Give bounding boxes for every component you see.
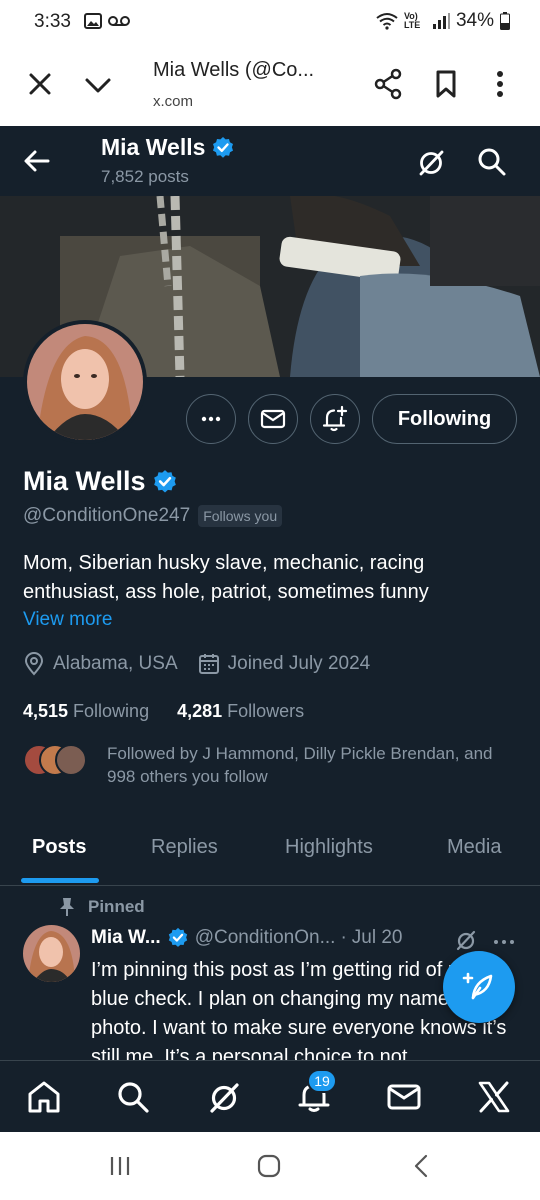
status-system-icons: Vo) LTE 34%	[376, 10, 510, 32]
more-vertical-icon[interactable]	[484, 68, 516, 100]
tweet-avatar[interactable]	[23, 925, 80, 982]
profile-display-name: Mia Wells	[23, 466, 178, 497]
location-pin-icon	[24, 652, 44, 676]
header-profile-name: Mia Wells	[101, 134, 235, 161]
pin-icon	[60, 898, 74, 916]
profile-tabs: Posts Replies Highlights Media	[0, 812, 540, 886]
location-text: Alabama, USA	[53, 653, 178, 674]
recent-apps-icon[interactable]	[106, 1152, 134, 1180]
header-post-count: 7,852 posts	[101, 167, 189, 186]
battery-icon	[500, 12, 510, 30]
following-label: Following	[73, 701, 150, 721]
following-button[interactable]: Following	[372, 394, 517, 444]
tab-replies[interactable]: Replies	[151, 836, 218, 859]
more-horizontal-icon	[201, 416, 221, 422]
search-icon[interactable]	[115, 1079, 151, 1115]
tab-media[interactable]: Media	[447, 836, 501, 859]
verified-badge-icon[interactable]	[152, 469, 178, 495]
status-bar: 3:33 Vo) LTE 34%	[0, 0, 540, 44]
follows-you-badge: Follows you	[198, 505, 283, 527]
header-name-text: Mia Wells	[101, 134, 206, 160]
joined-text: Joined July 2024	[227, 653, 371, 674]
bell-plus-icon	[322, 405, 348, 432]
tweet-avatar-photo	[23, 925, 80, 982]
home-button-icon[interactable]	[255, 1152, 283, 1180]
notification-badge: 19	[307, 1069, 337, 1093]
tweet-author-handle[interactable]: @ConditionOn...	[195, 927, 336, 949]
active-tab-indicator	[21, 878, 99, 883]
signal-icon	[432, 13, 450, 29]
tweet-date[interactable]: Jul 20	[352, 927, 403, 949]
gallery-icon	[84, 13, 102, 29]
grok-icon[interactable]	[415, 146, 447, 178]
back-arrow-icon[interactable]	[22, 146, 52, 176]
profile-avatar[interactable]	[23, 320, 147, 444]
search-icon[interactable]	[476, 146, 508, 178]
battery-percent: 34%	[455, 10, 494, 31]
profile-handle: @ConditionOne247	[23, 505, 191, 526]
profile-handle-row: @ConditionOne247 Follows you	[23, 505, 283, 527]
profile-header-bar: Mia Wells 7,852 posts	[0, 126, 540, 196]
mutual-follower-avatars	[23, 744, 93, 780]
bottom-navigation: 19	[0, 1060, 540, 1132]
x-logo-icon[interactable]	[476, 1079, 512, 1115]
tab-highlights[interactable]: Highlights	[285, 836, 373, 859]
profile-bio: Mom, Siberian husky slave, mechanic, rac…	[23, 552, 429, 603]
notify-button[interactable]	[310, 394, 360, 444]
followers-label: Followers	[227, 701, 305, 721]
compose-post-button[interactable]	[443, 951, 515, 1023]
close-icon[interactable]	[24, 68, 56, 100]
verified-badge-icon	[213, 136, 234, 158]
calendar-icon	[198, 654, 219, 674]
avatar-photo	[27, 324, 143, 440]
mutual-avatar	[55, 744, 87, 776]
bookmark-icon[interactable]	[430, 68, 462, 100]
following-count: 4,515	[23, 701, 69, 721]
follow-counts: 4,515 Following 4,281 Followers	[23, 701, 332, 722]
location-item: Alabama, USA	[23, 652, 178, 676]
share-icon[interactable]	[372, 68, 404, 100]
view-more-link[interactable]: View more	[23, 609, 112, 631]
following-count-link[interactable]: 4,515 Following	[23, 701, 149, 722]
profile-meta: Alabama, USA Joined July 2024	[23, 652, 390, 676]
browser-toolbar: Mia Wells (@Co... x.com	[0, 44, 540, 126]
followers-count: 4,281	[177, 701, 223, 721]
messages-envelope-icon[interactable]	[386, 1079, 422, 1115]
joined-item: Joined July 2024	[198, 653, 371, 675]
chevron-down-icon[interactable]	[82, 70, 114, 102]
tab-posts[interactable]: Posts	[32, 836, 86, 859]
pinned-label-row: Pinned	[58, 897, 145, 917]
followers-count-link[interactable]: 4,281 Followers	[177, 701, 304, 722]
system-navigation-bar	[0, 1132, 540, 1200]
more-horizontal-icon[interactable]	[492, 930, 516, 954]
browser-page-title: Mia Wells (@Co...	[153, 59, 315, 81]
pinned-label: Pinned	[88, 897, 145, 916]
followed-by-text: Followed by J Hammond, Dilly Pickle Bren…	[107, 744, 493, 786]
tweet-separator: ·	[340, 927, 347, 948]
wifi-icon	[376, 13, 398, 30]
grok-icon[interactable]	[454, 928, 478, 952]
home-icon[interactable]	[26, 1079, 62, 1115]
voicemail-icon	[108, 16, 130, 26]
network-type-label: Vo) LTE	[403, 11, 421, 30]
compose-feather-icon	[462, 972, 493, 1000]
message-button[interactable]	[248, 394, 298, 444]
tweet-author-name[interactable]: Mia W...	[91, 927, 161, 949]
more-options-button[interactable]	[186, 394, 236, 444]
back-button-icon[interactable]	[407, 1152, 435, 1180]
followed-by-row[interactable]: Followed by J Hammond, Dilly Pickle Bren…	[23, 742, 507, 788]
profile-name-text: Mia Wells	[23, 466, 146, 496]
envelope-icon	[260, 409, 286, 429]
browser-url: x.com	[153, 93, 194, 110]
verified-badge-icon	[168, 927, 187, 947]
status-time: 3:33	[34, 11, 71, 32]
status-notification-icons	[84, 12, 130, 30]
grok-icon[interactable]	[206, 1079, 242, 1115]
